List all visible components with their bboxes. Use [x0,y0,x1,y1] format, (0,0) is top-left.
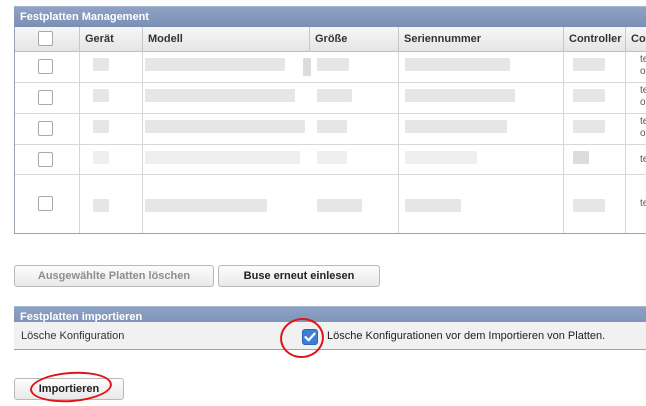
row-checkbox[interactable] [38,121,53,136]
delete-config-checkbox-label[interactable]: Lösche Konfigurationen vor dem Importier… [327,330,605,342]
delete-config-checkbox[interactable] [302,329,318,345]
column-header-controller[interactable]: Controller [563,27,625,52]
redacted-size [317,120,347,133]
redacted-model [145,199,267,212]
delete-config-label: Lösche Konfiguration [21,330,125,342]
redacted-device [93,199,109,212]
redacted-model [145,58,285,71]
redacted-device [93,89,109,102]
redacted-model [145,151,300,164]
header-select-all-cell [15,27,79,52]
redacted-size [317,89,352,102]
truncated-cell-text: te [640,54,646,65]
redacted-device [93,58,109,71]
table-row[interactable] [15,175,646,233]
redacted-model [145,89,295,102]
checkmark-icon [304,332,316,342]
table-header: Gerät Modell Größe Seriennummer Controll… [15,27,646,52]
row-checkbox[interactable] [38,59,53,74]
redacted-controller [573,151,589,164]
redacted-model [145,120,305,133]
select-all-checkbox[interactable] [38,31,53,46]
import-button[interactable]: Importieren [14,378,124,400]
redacted-block [303,58,311,76]
redacted-controller [573,58,605,71]
truncated-cell-text: on [640,66,646,77]
redacted-size [317,151,347,164]
column-header-serial[interactable]: Seriennummer [398,27,563,52]
redacted-device [93,151,109,164]
column-header-model[interactable]: Modell [142,27,309,52]
redacted-controller [573,89,605,102]
table-row[interactable] [15,114,646,145]
truncated-cell-text: te [640,85,646,96]
redacted-device [93,120,109,133]
truncated-cell-text: on [640,128,646,139]
truncated-cell-text: te [640,116,646,127]
delete-selected-disks-button[interactable]: Ausgewählte Platten löschen [14,265,214,287]
redacted-size [317,199,362,212]
redacted-size [317,58,349,71]
table-row[interactable] [15,52,646,83]
row-checkbox[interactable] [38,196,53,211]
truncated-cell-text: te [640,154,646,165]
rescan-bus-button[interactable]: Buse erneut einlesen [218,265,380,287]
truncated-cell-text: on [640,97,646,108]
column-header-co[interactable]: Co [625,27,646,52]
column-header-size[interactable]: Größe [309,27,398,52]
disk-management-header: Festplatten Management [14,6,646,27]
disk-management-title: Festplatten Management [20,11,149,23]
redacted-serial [405,199,461,212]
row-checkbox[interactable] [38,90,53,105]
redacted-serial [405,89,515,102]
redacted-serial [405,120,507,133]
disk-table: Gerät Modell Größe Seriennummer Controll… [14,27,646,234]
column-header-device[interactable]: Gerät [79,27,142,52]
table-row[interactable] [15,145,646,175]
redacted-controller [573,199,605,212]
redacted-controller [573,120,605,133]
redacted-serial [405,58,510,71]
row-checkbox[interactable] [38,152,53,167]
truncated-cell-text: te [640,198,646,209]
table-row[interactable] [15,83,646,114]
redacted-serial [405,151,477,164]
